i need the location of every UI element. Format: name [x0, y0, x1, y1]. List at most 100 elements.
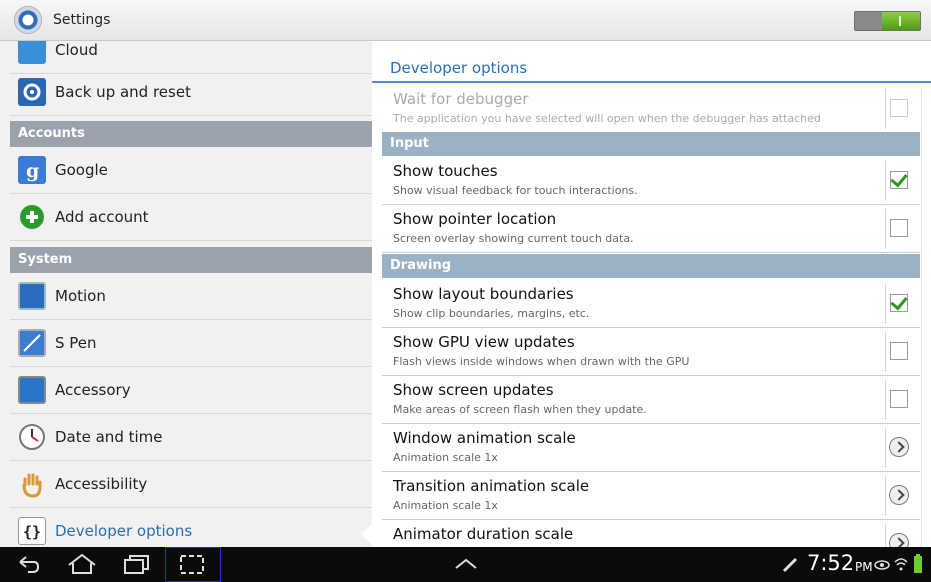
section-header-accounts: Accounts: [10, 121, 372, 147]
sidebar-item-label: Developer options: [55, 522, 193, 540]
selection-pointer: [361, 524, 372, 544]
pref-summary: Screen overlay showing current touch dat…: [393, 232, 634, 245]
pref-title: Show screen updates: [393, 381, 554, 399]
developer-options-pane: Developer options Wait for debugger The …: [372, 41, 931, 547]
title-divider: [372, 81, 931, 83]
clock-icon: [18, 423, 46, 451]
pref-show-touches[interactable]: Show touches Show visual feedback for to…: [382, 157, 920, 205]
cloud-icon: [18, 41, 46, 64]
pref-summary: Animation scale 1x: [393, 451, 498, 464]
pane-title: Developer options: [390, 59, 528, 77]
recent-apps-icon[interactable]: [122, 547, 152, 582]
pref-summary: Make areas of screen flash when they upd…: [393, 403, 647, 416]
pref-title: Wait for debugger: [393, 90, 529, 108]
pref-summary: Show clip boundaries, margins, etc.: [393, 307, 590, 320]
braces-icon: {}: [18, 517, 46, 545]
divider: [885, 524, 886, 547]
action-bar: Settings: [0, 0, 931, 41]
sidebar-item-label: S Pen: [55, 334, 97, 352]
pref-title: Show GPU view updates: [393, 333, 575, 351]
checkbox-checked[interactable]: [890, 171, 908, 189]
pref-title: Animator duration scale: [393, 525, 574, 543]
divider: [885, 284, 886, 324]
pref-transition-animation-scale[interactable]: Transition animation scale Animation sca…: [382, 472, 920, 520]
accessory-icon: [18, 376, 46, 404]
pref-title: Show touches: [393, 162, 498, 180]
pref-show-screen-updates[interactable]: Show screen updates Make areas of screen…: [382, 376, 920, 424]
sidebar-item-label: Cloud: [55, 41, 98, 59]
section-header-system: System: [10, 247, 372, 273]
pref-summary: The application you have selected will o…: [393, 112, 821, 125]
clock-ampm: PM: [855, 560, 873, 574]
back-icon[interactable]: [14, 547, 42, 582]
chevron-right-icon[interactable]: [889, 485, 909, 505]
checkbox[interactable]: [890, 99, 908, 117]
backup-icon: [18, 78, 46, 106]
sidebar-item-date-time[interactable]: Date and time: [10, 414, 372, 461]
sidebar-item-motion[interactable]: Motion: [10, 273, 372, 320]
pref-show-gpu-view-updates[interactable]: Show GPU view updates Flash views inside…: [382, 328, 920, 376]
section-header-drawing: Drawing: [382, 254, 920, 278]
pref-animator-duration-scale[interactable]: Animator duration scale: [382, 520, 920, 547]
pref-summary: Flash views inside windows when drawn wi…: [393, 355, 690, 368]
hand-icon: [18, 470, 46, 498]
sidebar-item-label: Add account: [55, 208, 149, 226]
pen-icon: [780, 547, 800, 582]
sidebar-item-label: Google: [55, 161, 108, 179]
add-account-icon: [18, 203, 46, 231]
pref-title: Transition animation scale: [393, 477, 590, 495]
chevron-right-icon[interactable]: [889, 533, 909, 547]
sidebar-item-label: Back up and reset: [55, 83, 191, 101]
svg-text:g: g: [26, 160, 39, 182]
divider: [885, 476, 886, 516]
sidebar-item-accessory[interactable]: Accessory: [10, 367, 372, 414]
toggle-on-indicator: [882, 12, 920, 30]
divider: [885, 209, 886, 249]
chevron-right-icon[interactable]: [889, 437, 909, 457]
developer-options-toggle[interactable]: [854, 11, 921, 31]
pref-summary: Animation scale 1x: [393, 499, 498, 512]
eye-icon: [873, 547, 891, 582]
divider: [885, 89, 886, 129]
scrollbar[interactable]: [921, 85, 922, 547]
pref-summary: Show visual feedback for touch interacti…: [393, 184, 638, 197]
app-title: Settings: [53, 12, 111, 28]
pref-show-pointer-location[interactable]: Show pointer location Screen overlay sho…: [382, 205, 920, 253]
checkbox[interactable]: [890, 219, 908, 237]
checkbox[interactable]: [890, 390, 908, 408]
checkbox[interactable]: [890, 342, 908, 360]
divider: [885, 428, 886, 468]
checkbox-checked[interactable]: [890, 294, 908, 312]
sidebar-item-s-pen[interactable]: S Pen: [10, 320, 372, 367]
sidebar-item-accessibility[interactable]: Accessibility: [10, 461, 372, 508]
wifi-icon: [893, 547, 909, 582]
sidebar-item-label: Accessory: [55, 381, 131, 399]
google-icon: g: [18, 156, 46, 184]
pref-title: Window animation scale: [393, 429, 576, 447]
home-icon[interactable]: [66, 547, 98, 582]
sidebar-item-add-account[interactable]: Add account: [10, 194, 372, 241]
section-header-input: Input: [382, 132, 920, 156]
sidebar-item-label: Accessibility: [55, 475, 148, 493]
sidebar-item-backup-reset[interactable]: Back up and reset: [10, 69, 372, 116]
screenshot-icon[interactable]: [165, 547, 221, 582]
pref-window-animation-scale[interactable]: Window animation scale Animation scale 1…: [382, 424, 920, 472]
s-pen-icon: [18, 329, 46, 357]
chevron-up-icon[interactable]: [452, 547, 480, 582]
sidebar-item-label: Date and time: [55, 428, 163, 446]
pref-show-layout-boundaries[interactable]: Show layout boundaries Show clip boundar…: [382, 280, 920, 328]
sidebar-item-google[interactable]: g Google: [10, 147, 372, 194]
svg-text:{}: {}: [23, 523, 41, 541]
pref-title: Show pointer location: [393, 210, 557, 228]
motion-icon: [18, 282, 46, 310]
divider: [885, 332, 886, 372]
divider: [885, 161, 886, 201]
clock-time: 7:52: [807, 551, 855, 575]
pref-wait-for-debugger[interactable]: Wait for debugger The application you ha…: [382, 85, 920, 133]
settings-gear-icon[interactable]: [14, 6, 42, 34]
pref-title: Show layout boundaries: [393, 285, 574, 303]
settings-categories-pane: Cloud Back up and reset Accounts g Googl…: [0, 41, 372, 547]
system-bar: 7:52 PM: [0, 547, 931, 582]
battery-icon: [912, 547, 924, 582]
sidebar-item-developer-options[interactable]: {} Developer options: [10, 508, 372, 547]
